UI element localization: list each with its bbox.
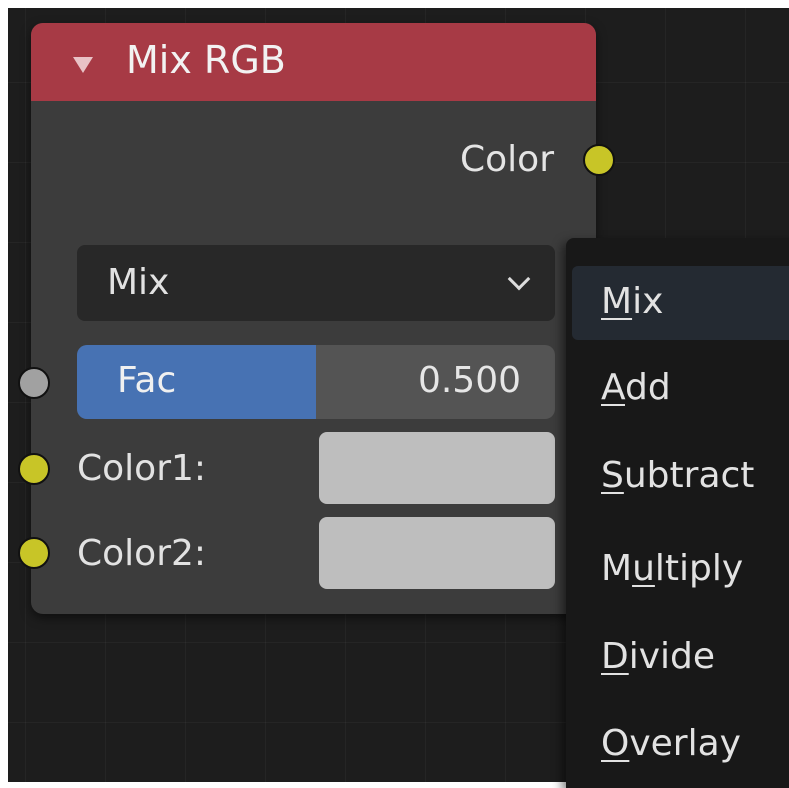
node-title: Mix RGB (126, 38, 286, 82)
node-header[interactable]: Mix RGB (31, 23, 596, 101)
fac-value: 0.500 (417, 360, 521, 401)
menu-item-mnemonic: u (632, 548, 655, 589)
menu-item-mnemonic: M (601, 281, 633, 322)
output-label-color: Color (460, 139, 554, 180)
mix-rgb-node[interactable]: Mix RGB Color Mix Fac 0.500 Color1: Colo… (31, 23, 596, 614)
menu-item-mnemonic: O (601, 723, 630, 764)
menu-item-subtract[interactable]: Subtract (572, 440, 789, 514)
collapse-triangle-icon[interactable] (73, 57, 93, 73)
menu-item-label: Subtract (601, 455, 755, 496)
color2-label: Color2: (77, 533, 207, 574)
menu-item-mnemonic: D (601, 636, 629, 677)
menu-item-label: Mix (601, 281, 664, 322)
input-socket-color2[interactable] (18, 537, 50, 569)
color1-label: Color1: (77, 448, 207, 489)
menu-item-add[interactable]: Add (572, 352, 789, 426)
input-socket-fac[interactable] (18, 367, 50, 399)
menu-item-label: Multiply (601, 548, 744, 589)
menu-item-label: Overlay (601, 723, 741, 764)
fac-slider-fill (77, 345, 316, 419)
menu-item-overlay[interactable]: Overlay (572, 708, 789, 782)
menu-item-multiply[interactable]: Multiply (572, 533, 789, 607)
input-socket-color1[interactable] (18, 453, 50, 485)
color1-swatch[interactable] (319, 432, 555, 504)
menu-item-label: Add (601, 367, 671, 408)
menu-item-label: Divide (601, 636, 716, 677)
blend-mode-dropdown[interactable]: Mix (77, 245, 555, 321)
blend-mode-value: Mix (107, 262, 170, 303)
menu-item-divide[interactable]: Divide (572, 621, 789, 695)
blend-mode-menu: Mix Add Subtract Multiply Divide Overlay (566, 238, 789, 788)
menu-item-mnemonic: A (601, 367, 625, 408)
fac-slider[interactable]: Fac 0.500 (77, 345, 555, 419)
menu-item-mnemonic: S (601, 455, 624, 496)
chevron-down-icon (507, 267, 531, 291)
output-socket-color[interactable] (583, 144, 615, 176)
menu-item-mix[interactable]: Mix (572, 266, 789, 340)
fac-label: Fac (117, 360, 177, 401)
color2-swatch[interactable] (319, 517, 555, 589)
